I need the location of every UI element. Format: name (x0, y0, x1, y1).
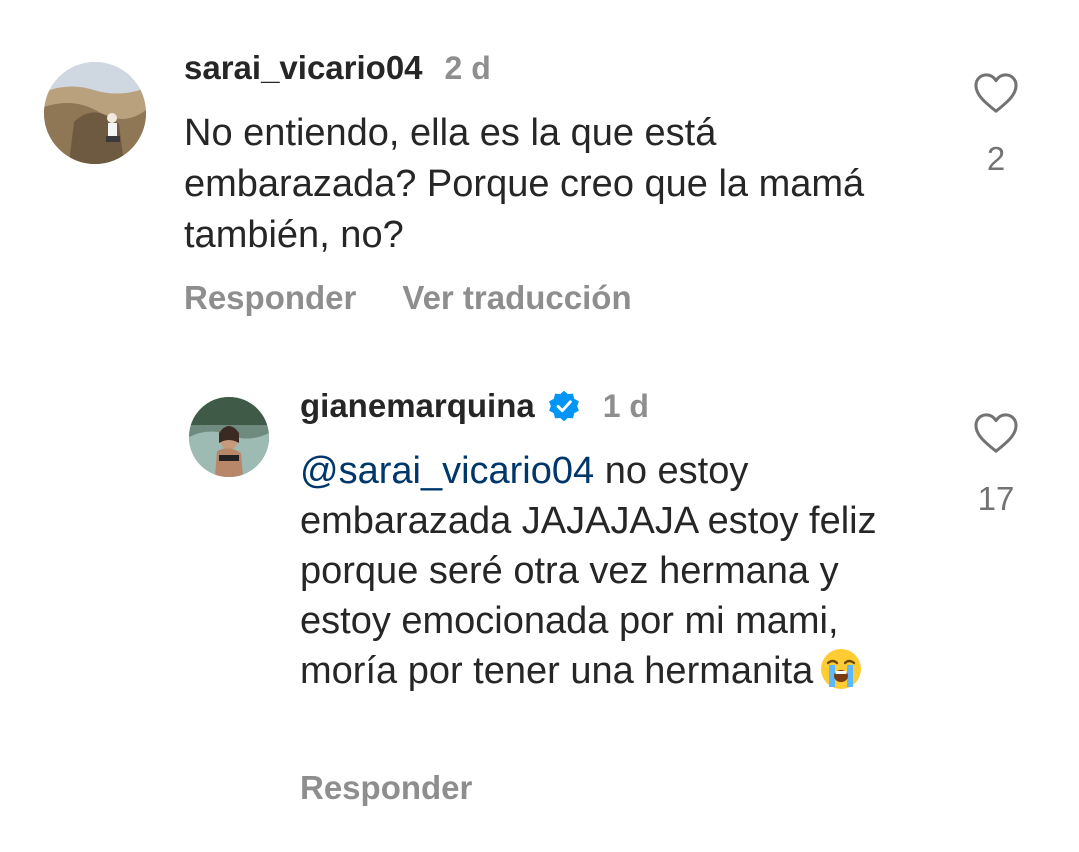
loudly-crying-face-icon (821, 649, 862, 689)
timestamp: 2 d (444, 49, 491, 86)
comment-header: sarai_vicario04 2 d (184, 46, 491, 90)
username[interactable]: gianemarquina (300, 387, 535, 425)
comment-header: gianemarquina 1 d (300, 384, 649, 428)
avatar[interactable] (189, 397, 269, 477)
heart-icon[interactable] (973, 72, 1019, 114)
like-count: 2 (986, 140, 1006, 177)
verified-badge-icon (548, 390, 579, 422)
comment-text: @sarai_vicario04 no estoy embarazada JAJ… (300, 446, 930, 696)
reply-button[interactable]: Responder (300, 769, 472, 807)
avatar-photo (44, 62, 146, 164)
mention-link[interactable]: @sarai_vicario04 (300, 450, 594, 492)
translate-button[interactable]: Ver traducción (402, 279, 631, 317)
comment-actions: Responder Ver traducción (184, 278, 632, 318)
like-count: 17 (977, 480, 1015, 517)
reply-button[interactable]: Responder (184, 279, 356, 317)
comment-actions: Responder (300, 768, 472, 808)
username[interactable]: sarai_vicario04 (184, 49, 423, 87)
avatar-photo (189, 397, 269, 477)
avatar[interactable] (44, 62, 146, 164)
like-control: 17 (970, 412, 1022, 518)
like-control: 2 (970, 72, 1022, 178)
timestamp: 1 d (602, 387, 649, 424)
comment-text: No entiendo, ella es la que está embaraz… (184, 112, 865, 256)
heart-icon[interactable] (973, 412, 1019, 454)
